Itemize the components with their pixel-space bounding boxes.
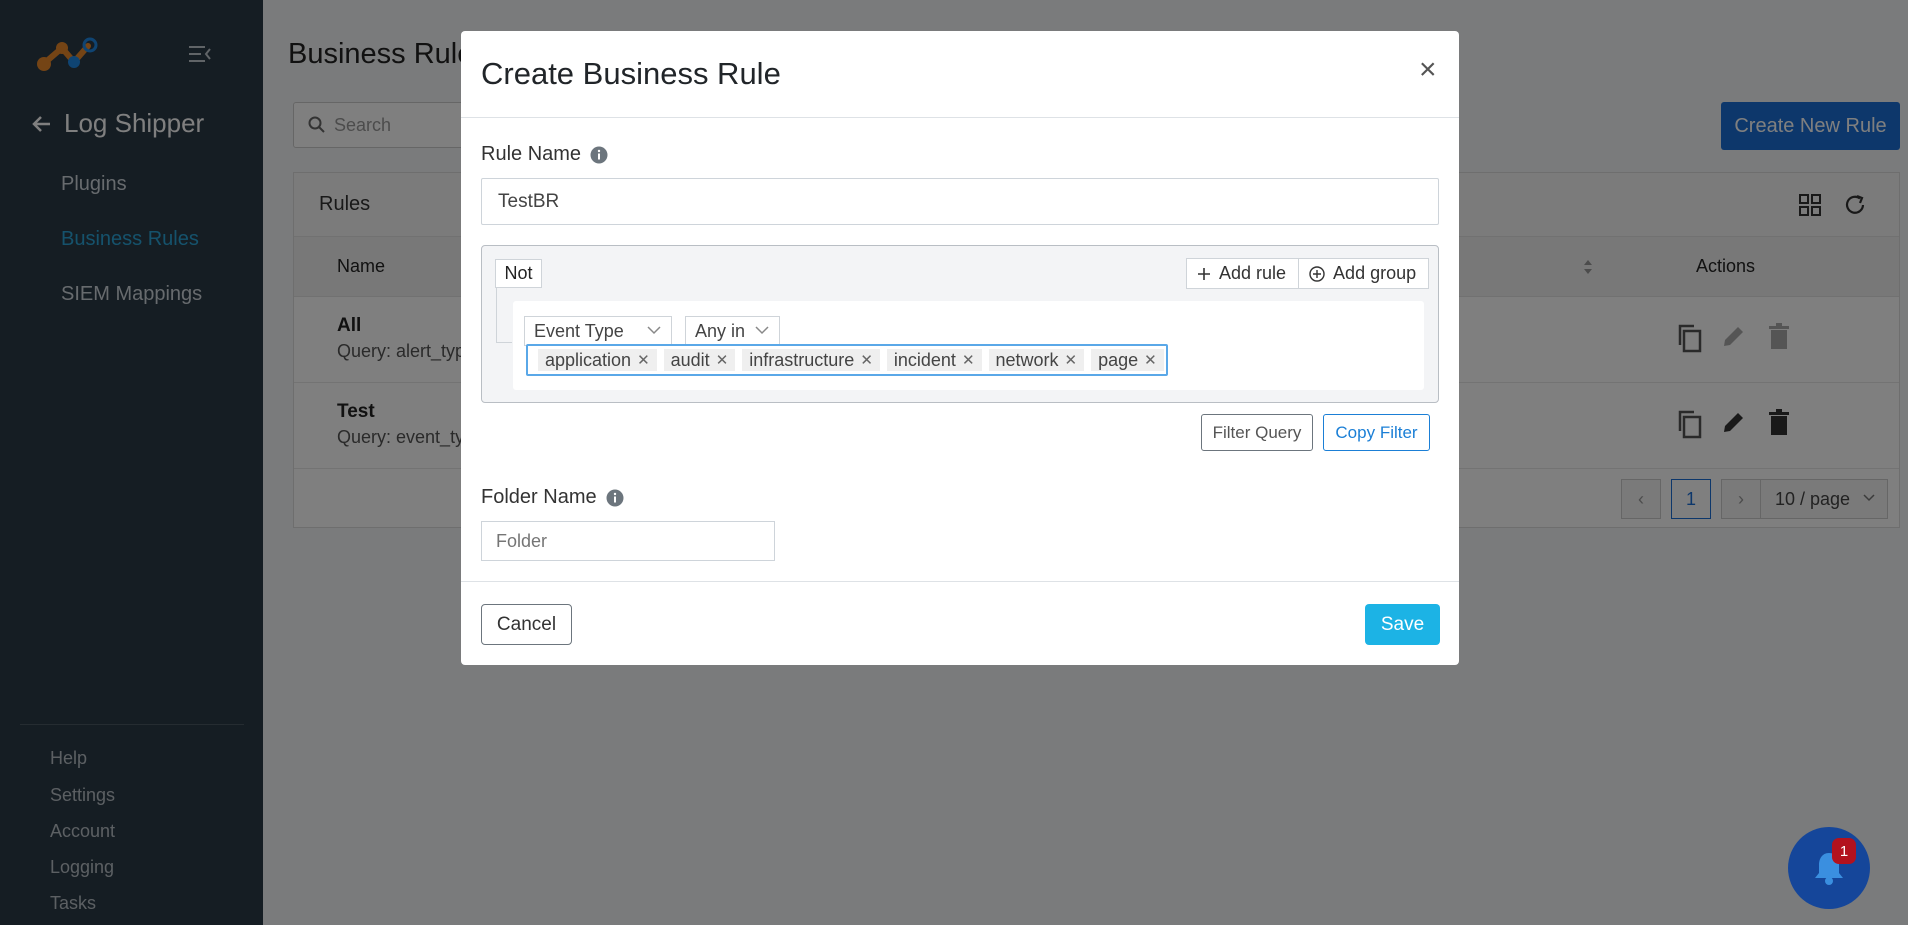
- value-tag: network ✕: [988, 349, 1085, 371]
- modal-title: Create Business Rule: [481, 56, 781, 91]
- operator-select-value: Any in: [695, 320, 746, 341]
- folder-name-label: Folder Name: [481, 486, 624, 509]
- remove-tag-icon[interactable]: ✕: [962, 351, 975, 369]
- value-tag-label: application: [545, 349, 632, 370]
- notification-badge: 1: [1832, 838, 1856, 864]
- field-select-value: Event Type: [534, 320, 624, 341]
- filter-query-button[interactable]: Filter Query: [1201, 414, 1313, 451]
- add-controls: Add rule Add group: [1186, 258, 1430, 289]
- add-group-label: Add group: [1333, 263, 1417, 283]
- modal-header: Create Business Rule ×: [461, 31, 1459, 118]
- field-select[interactable]: Event Type: [524, 316, 672, 346]
- remove-tag-icon[interactable]: ✕: [1065, 351, 1078, 369]
- add-rule-button[interactable]: Add rule: [1187, 259, 1298, 288]
- chevron-down-icon: [755, 326, 769, 335]
- remove-tag-icon[interactable]: ✕: [860, 351, 873, 369]
- remove-tag-icon[interactable]: ✕: [1144, 351, 1157, 369]
- value-tag: page ✕: [1091, 349, 1164, 371]
- modal-footer: Cancel Save: [461, 581, 1459, 665]
- remove-tag-icon[interactable]: ✕: [637, 351, 650, 369]
- value-tag-label: audit: [670, 349, 710, 370]
- notification-button[interactable]: [1788, 827, 1870, 909]
- info-icon[interactable]: [590, 146, 608, 164]
- create-business-rule-modal: Create Business Rule × Rule Name TestBR …: [461, 31, 1459, 665]
- tree-connector: [496, 288, 512, 343]
- rule-name-label: Rule Name: [481, 143, 608, 166]
- remove-tag-icon[interactable]: ✕: [716, 351, 729, 369]
- rule-name-input[interactable]: TestBR: [481, 178, 1439, 225]
- chevron-down-icon: [647, 326, 661, 335]
- value-tag: application ✕: [538, 349, 657, 371]
- query-rule: Event Type Any in application ✕ audit ✕ in…: [513, 301, 1424, 390]
- value-tag-label: page: [1098, 349, 1139, 370]
- value-tag: audit ✕: [663, 349, 736, 371]
- folder-name-label-text: Folder Name: [481, 486, 597, 508]
- values-multiselect[interactable]: application ✕ audit ✕ infrastructure ✕ inci…: [526, 344, 1168, 376]
- value-tag-label: infrastructure: [749, 349, 855, 370]
- value-tag: infrastructure ✕: [742, 349, 880, 371]
- info-icon[interactable]: [606, 489, 624, 507]
- add-group-button[interactable]: Add group: [1298, 259, 1428, 288]
- save-button[interactable]: Save: [1365, 604, 1440, 645]
- plus-circle-icon: [1309, 265, 1325, 282]
- operator-select[interactable]: Any in: [685, 316, 780, 346]
- folder-name-input[interactable]: [481, 521, 775, 561]
- add-rule-label: Add rule: [1219, 263, 1287, 283]
- not-toggle-button[interactable]: Not: [495, 259, 542, 288]
- close-icon[interactable]: ×: [1419, 53, 1437, 87]
- value-tag-label: incident: [893, 349, 956, 370]
- value-tag: incident ✕: [886, 349, 982, 371]
- plus-icon: [1198, 267, 1210, 280]
- rule-name-label-text: Rule Name: [481, 143, 582, 165]
- cancel-button[interactable]: Cancel: [481, 604, 572, 645]
- query-builder: Not Add rule Add group Event Type Any in: [481, 245, 1439, 403]
- value-tag-label: network: [995, 349, 1059, 370]
- copy-filter-button[interactable]: Copy Filter: [1323, 414, 1430, 451]
